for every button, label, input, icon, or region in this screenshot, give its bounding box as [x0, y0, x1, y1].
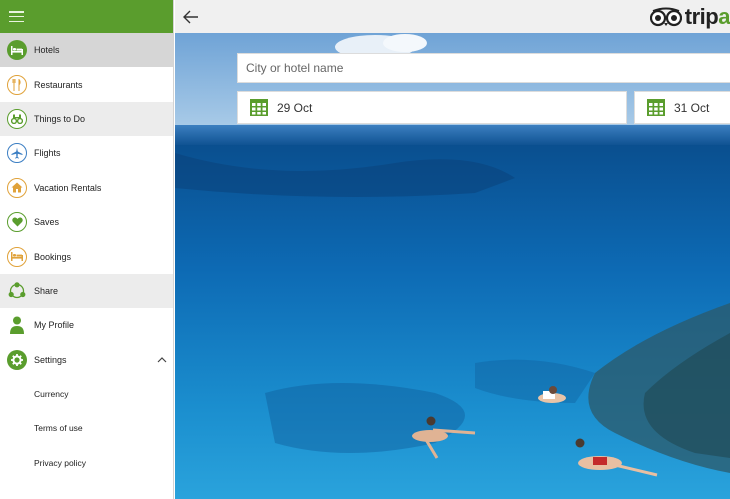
sidebar-item-share[interactable]: Share [0, 273, 173, 309]
hamburger-menu-icon[interactable] [9, 11, 24, 22]
search-placeholder: City or hotel name [246, 61, 344, 75]
sidebar-item-flights[interactable]: Flights [0, 136, 173, 170]
main-content: tripa City or hotel name 29 Oct 31 Oct [175, 0, 730, 499]
sidebar-item-label: My Profile [34, 320, 75, 331]
calendar-icon [647, 99, 665, 116]
sidebar-item-things-to-do[interactable]: Things to Do [0, 101, 173, 137]
logo-text: tripa [684, 4, 730, 29]
sidebar-item-settings[interactable]: Settings [0, 343, 173, 377]
sidebar-item-label: Things to Do [34, 113, 86, 124]
hotel-bed-icon [7, 40, 27, 61]
person-icon [7, 315, 27, 335]
checkout-date: 31 Oct [674, 100, 710, 115]
calendar-icon [250, 99, 268, 116]
back-arrow-icon[interactable] [177, 0, 205, 33]
binoculars-icon [7, 108, 27, 129]
sidebar-item-hotels[interactable]: Hotels [0, 33, 173, 68]
drawer-header [0, 0, 173, 33]
share-icon [7, 281, 27, 301]
sidebar-item-label: Flights [34, 148, 61, 159]
house-icon [7, 177, 27, 198]
chevron-up-icon[interactable] [155, 353, 169, 367]
fork-knife-icon [7, 74, 27, 95]
heart-icon [7, 212, 27, 233]
sidebar-item-restaurants[interactable]: Restaurants [0, 67, 173, 101]
sidebar-item-label: Hotels [34, 45, 60, 56]
city-hotel-search-input[interactable]: City or hotel name [237, 53, 730, 83]
sidebar-item-label: Restaurants [34, 79, 83, 90]
tripadvisor-logo: tripa [649, 4, 730, 30]
sidebar-item-label: Saves [34, 217, 60, 228]
owl-eyes-icon [649, 7, 682, 27]
sidebar-item-label: Vacation Rentals [34, 182, 102, 193]
checkin-date: 29 Oct [277, 100, 313, 115]
nav-drawer: Hotels Restaurants Things to Do Flights … [0, 0, 174, 499]
settings-item-terms[interactable]: Terms of use [0, 411, 173, 445]
top-app-bar: tripa [175, 0, 730, 33]
settings-item-currency[interactable]: Currency [0, 377, 173, 411]
sidebar-item-my-profile[interactable]: My Profile [0, 308, 173, 342]
settings-item-label: Terms of use [34, 423, 83, 434]
settings-item-label: Currency [34, 389, 69, 400]
settings-item-label: Privacy policy [34, 457, 86, 468]
settings-item-privacy[interactable]: Privacy policy [0, 446, 173, 480]
sidebar-item-label: Bookings [34, 251, 72, 262]
sidebar-item-vacation-rentals[interactable]: Vacation Rentals [0, 171, 173, 205]
checkin-date-picker[interactable]: 29 Oct [237, 91, 627, 124]
sidebar-item-saves[interactable]: Saves [0, 205, 173, 239]
checkout-date-picker[interactable]: 31 Oct [634, 91, 730, 124]
gear-icon [7, 349, 27, 370]
airplane-icon [7, 143, 27, 164]
sidebar-item-bookings[interactable]: Bookings [0, 239, 173, 273]
sidebar-item-label: Settings [34, 354, 67, 365]
bed-icon [7, 246, 27, 267]
sidebar-item-label: Share [34, 285, 59, 296]
